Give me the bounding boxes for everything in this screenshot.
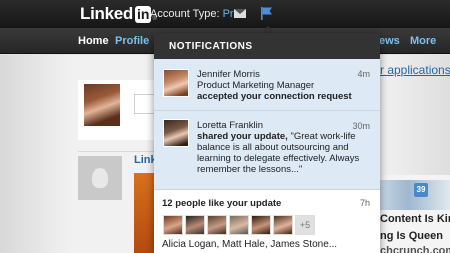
mail-icon[interactable] [234,9,246,18]
avatar[interactable] [163,215,183,235]
avatar[interactable] [251,215,271,235]
liker-names[interactable]: Alicia Logan, Matt Hale, James Stone... [162,239,337,250]
timestamp: 4m [357,69,370,79]
notifications-dropdown: NOTIFICATIONS Jennifer Morris Product Ma… [154,33,380,253]
nav-more[interactable]: More [410,35,436,47]
top-bar: Linked in ® Account Type: Pro [0,0,450,28]
logo-box: in [135,5,152,23]
more-likers-button[interactable]: +5 [295,215,315,235]
account-type-label: Account Type: [150,8,220,20]
likes-heading: 12 people like your update [162,198,282,209]
company-placeholder-icon [78,156,122,200]
notification-text: Jennifer Morris Product Marketing Manage… [197,69,370,102]
notification-text: Loretta Franklin shared your update, "Gr… [197,120,370,175]
ad-subline[interactable]: ng Is Queen [380,230,443,242]
feed-image[interactable] [134,173,156,253]
avatar[interactable] [163,119,189,147]
notifications-title: NOTIFICATIONS [154,33,380,59]
liker-avatars: +5 [163,215,317,235]
notification-action: shared your update, [197,131,288,142]
person-name[interactable]: Jennifer Morris [197,69,370,80]
profile-avatar[interactable] [82,82,122,128]
avatar[interactable] [163,69,189,97]
timestamp: 30m [352,121,370,131]
nav-profile[interactable]: Profile [115,35,149,47]
notification-item[interactable]: Jennifer Morris Product Marketing Manage… [154,59,380,111]
applications-link[interactable]: r applications wi [380,63,450,77]
avatar[interactable] [185,215,205,235]
account-type: Account Type: Pro [150,8,240,20]
share-input[interactable] [134,94,156,114]
avatar[interactable] [229,215,249,235]
ad-source: chcrunch.com [380,245,450,253]
timestamp: 7h [359,198,370,208]
divider [78,151,158,152]
notification-action: accepted your connection request [197,91,352,102]
dropdown-caret [261,26,275,33]
avatar[interactable] [207,215,227,235]
logo-text: Linked [80,4,133,23]
nav-home[interactable]: Home [78,35,109,47]
ad-badge: 39 [414,183,428,197]
avatar[interactable] [273,215,293,235]
flag-icon[interactable] [261,7,273,20]
notification-item[interactable]: Loretta Franklin shared your update, "Gr… [154,111,380,190]
notification-item[interactable]: 12 people like your update 7h +5 Alicia … [154,190,380,253]
linkedin-logo[interactable]: Linked in ® [80,4,157,24]
nav-news[interactable]: ews [379,35,400,47]
person-headline: Product Marketing Manager [197,80,315,91]
person-name[interactable]: Loretta Franklin [197,120,370,131]
ad-headline[interactable]: Content Is King, [380,213,450,225]
ad-image[interactable]: 39 [380,180,450,210]
